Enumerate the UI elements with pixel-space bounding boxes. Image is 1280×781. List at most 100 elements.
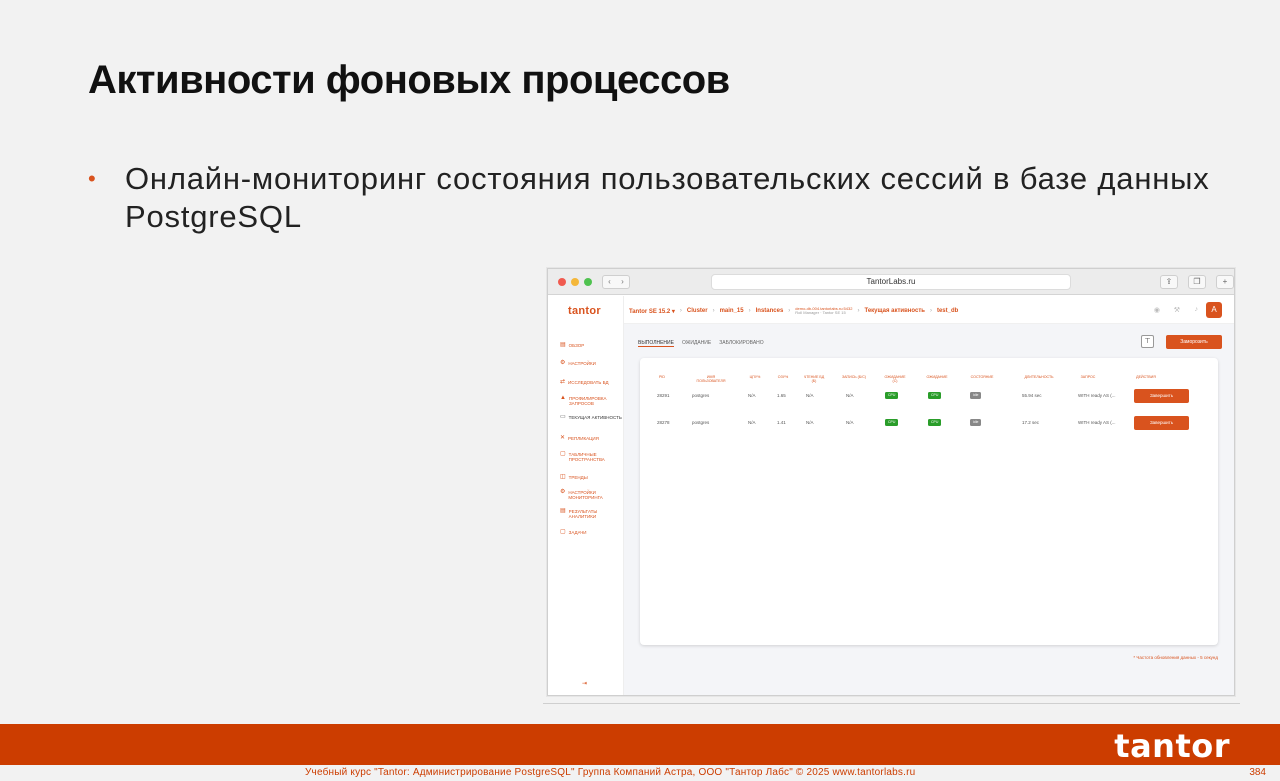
breadcrumb-main[interactable]: main_15 bbox=[720, 308, 744, 314]
breadcrumb-instance[interactable]: demo-db-004.tantorlabs.ru:5432 Roll Mana… bbox=[795, 307, 852, 315]
sidebar-item-overview[interactable]: ▤ ОБЗОР bbox=[560, 342, 622, 348]
wait-badge: CPU bbox=[928, 392, 942, 399]
tantor-app: tantor ▤ ОБЗОР ⚙ НАСТРОЙКИ ⇄ ИССЛЕДОВАТЬ БД… bbox=[548, 296, 1234, 695]
sidebar-item-replication[interactable]: ✕ РЕПЛИКАЦИЯ bbox=[560, 435, 622, 441]
sessions-table: PID ИМЯ ПОЛЬЗОВАТЕЛЯ ЦПУ% ОЗУ% ЧТЕНИЕ БД… bbox=[640, 358, 1218, 645]
sidebar: tantor ▤ ОБЗОР ⚙ НАСТРОЙКИ ⇄ ИССЛЕДОВАТЬ БД… bbox=[548, 296, 624, 695]
sidebar-item-analytics[interactable]: ▤ РЕЗУЛЬТАТЫ АНАЛИТИКИ bbox=[560, 508, 622, 519]
sidebar-item-current-activity[interactable]: ▭ ТЕКУЩАЯ АКТИВНОСТЬ bbox=[560, 414, 622, 420]
tabs-icon[interactable]: ❐ bbox=[1188, 275, 1206, 289]
tasks-icon: ▢ bbox=[560, 529, 566, 535]
breadcrumb-cluster[interactable]: Cluster bbox=[687, 308, 708, 314]
close-window-button[interactable] bbox=[558, 278, 566, 286]
address-bar[interactable]: TantorLabs.ru bbox=[711, 274, 1071, 290]
settings-icon: ⚙ bbox=[560, 360, 566, 366]
terminate-button[interactable]: Завершить bbox=[1134, 389, 1189, 403]
tablespace-icon: ▢ bbox=[560, 451, 566, 457]
bullet-point: • Онлайн-мониторинг состояния пользовате… bbox=[88, 160, 1228, 236]
column-header[interactable]: ЧТЕНИЕ БД (Б) bbox=[802, 375, 826, 383]
analytics-icon: ▤ bbox=[560, 508, 566, 514]
filter-icon[interactable]: ⊤ bbox=[1141, 335, 1154, 348]
minimize-window-button[interactable] bbox=[571, 278, 579, 286]
main-content: ВЫПОЛНЕНИЕ ОЖИДАНИЕ ЗАБЛОКИРОВАНО ⊤ Замо… bbox=[624, 324, 1234, 695]
column-header[interactable]: ДЛИТЕЛЬНОСТЬ bbox=[1018, 375, 1060, 379]
maximize-window-button[interactable] bbox=[584, 278, 592, 286]
cell-cpu: N/A bbox=[748, 393, 756, 398]
bell-icon[interactable]: ♪ bbox=[1195, 306, 1199, 313]
activity-icon: ▭ bbox=[560, 414, 566, 420]
bullet-dot: • bbox=[88, 166, 97, 191]
help-icon[interactable]: ◉ bbox=[1154, 306, 1160, 314]
explore-icon: ⇄ bbox=[560, 379, 566, 385]
state-badge: idle bbox=[970, 392, 982, 399]
footer-logo: tantor bbox=[1114, 727, 1230, 765]
column-header[interactable]: PID bbox=[655, 375, 669, 379]
sidebar-item-tablespaces[interactable]: ▢ ТАБЛИЧНЫЕ ПРОСТРАНСТВА bbox=[560, 451, 622, 462]
terminate-button[interactable]: Завершить bbox=[1134, 416, 1189, 430]
cell-write: N/A bbox=[846, 393, 854, 398]
tab-waiting[interactable]: ОЖИДАНИЕ bbox=[682, 340, 711, 347]
cell-cpu: N/A bbox=[748, 420, 756, 425]
cell-pid: 28291 bbox=[657, 393, 670, 398]
cell-user: postgres bbox=[692, 420, 710, 425]
cell-query[interactable]: WITH ready AS (... bbox=[1078, 393, 1116, 398]
column-header[interactable]: ДЕЙСТВИЯ bbox=[1132, 375, 1160, 379]
share-icon[interactable]: ⇪ bbox=[1160, 275, 1178, 289]
refresh-note: * Частота обновления данных - 5 секунд bbox=[1133, 655, 1218, 660]
tab-blocked[interactable]: ЗАБЛОКИРОВАНО bbox=[719, 340, 763, 347]
column-header[interactable]: ЦПУ% bbox=[746, 375, 764, 379]
state-badge: idle bbox=[970, 419, 982, 426]
sidebar-item-tasks[interactable]: ▢ ЗАДАЧИ bbox=[560, 529, 622, 535]
column-header[interactable]: ЗАПРОС bbox=[1077, 375, 1099, 379]
cell-read: N/A bbox=[806, 420, 814, 425]
profiling-icon: ▲ bbox=[560, 395, 566, 401]
cell-write: N/A bbox=[846, 420, 854, 425]
cell-mem: 1.65 bbox=[777, 393, 786, 398]
sidebar-item-trends[interactable]: ◫ ТРЕНДЫ bbox=[560, 474, 622, 480]
cell-pid: 28278 bbox=[657, 420, 670, 425]
footer-copyright: Учебный курс "Tantor: Администрирование … bbox=[305, 767, 916, 778]
app-logo[interactable]: tantor bbox=[568, 305, 601, 317]
wait-time-badge: CPU bbox=[885, 419, 899, 426]
replication-icon: ✕ bbox=[560, 435, 566, 441]
activity-tabs: ВЫПОЛНЕНИЕ ОЖИДАНИЕ ЗАБЛОКИРОВАНО bbox=[638, 340, 764, 347]
sidebar-item-query-profiling[interactable]: ▲ ПРОФИЛИРОВКА ЗАПРОСОВ bbox=[560, 395, 622, 406]
column-header[interactable]: ОЖИДАНИЕ bbox=[923, 375, 951, 379]
sidebar-item-settings[interactable]: ⚙ НАСТРОЙКИ bbox=[560, 360, 622, 366]
column-header[interactable]: ЗАПИСЬ (Б/С) bbox=[842, 375, 866, 379]
slide-title: Активности фоновых процессов bbox=[88, 58, 730, 102]
breadcrumb-instances[interactable]: Instances bbox=[756, 308, 784, 314]
column-header[interactable]: ИМЯ ПОЛЬЗОВАТЕЛЯ bbox=[692, 375, 730, 383]
bullet-text: Онлайн-мониторинг состояния пользователь… bbox=[125, 161, 1210, 234]
tab-running[interactable]: ВЫПОЛНЕНИЕ bbox=[638, 340, 674, 347]
browser-toolbar: ‹ › TantorLabs.ru ⇪ ❐ + bbox=[548, 269, 1234, 295]
user-avatar-button[interactable]: А bbox=[1206, 302, 1222, 318]
sidebar-item-monitoring-settings[interactable]: ⚙ НАСТРОЙКИ МОНИТОРИНГА bbox=[560, 489, 622, 500]
breadcrumb: Tantor SE 15.2 ▾ › Cluster › main_15 › Inst… bbox=[629, 306, 959, 315]
new-tab-button[interactable]: + bbox=[1216, 275, 1234, 289]
wait-time-badge: CPU bbox=[885, 392, 899, 399]
column-header[interactable]: ОЖИДАНИЕ (С) bbox=[882, 375, 908, 383]
divider bbox=[543, 703, 1240, 704]
app-header: Tantor SE 15.2 ▾ › Cluster › main_15 › Inst… bbox=[624, 296, 1234, 324]
page-number: 384 bbox=[1249, 767, 1266, 778]
history-nav: ‹ › bbox=[602, 275, 630, 289]
breadcrumb-activity[interactable]: Текущая активность bbox=[864, 308, 925, 314]
back-button[interactable]: ‹ bbox=[608, 276, 611, 288]
freeze-button[interactable]: Заморозить bbox=[1166, 335, 1222, 349]
cell-user: postgres bbox=[692, 393, 710, 398]
forward-button[interactable]: › bbox=[621, 276, 624, 288]
sidebar-item-explore-db[interactable]: ⇄ ИССЛЕДОВАТЬ БД bbox=[560, 379, 622, 385]
cell-read: N/A bbox=[806, 393, 814, 398]
column-header[interactable]: СОСТОЯНИЕ bbox=[966, 375, 998, 379]
tools-icon[interactable]: ⚒ bbox=[1174, 306, 1180, 314]
column-header[interactable]: ОЗУ% bbox=[775, 375, 791, 379]
collapse-sidebar-icon[interactable]: ⇥ bbox=[582, 680, 587, 687]
breadcrumb-database[interactable]: test_db bbox=[937, 308, 958, 314]
cell-duration: 55.94 sec bbox=[1022, 393, 1042, 398]
cell-mem: 1.41 bbox=[777, 420, 786, 425]
breadcrumb-product[interactable]: Tantor SE 15.2 ▾ bbox=[629, 308, 675, 315]
cell-query[interactable]: WITH ready AS (... bbox=[1078, 420, 1116, 425]
wait-badge: CPU bbox=[928, 419, 942, 426]
trends-icon: ◫ bbox=[560, 474, 566, 480]
